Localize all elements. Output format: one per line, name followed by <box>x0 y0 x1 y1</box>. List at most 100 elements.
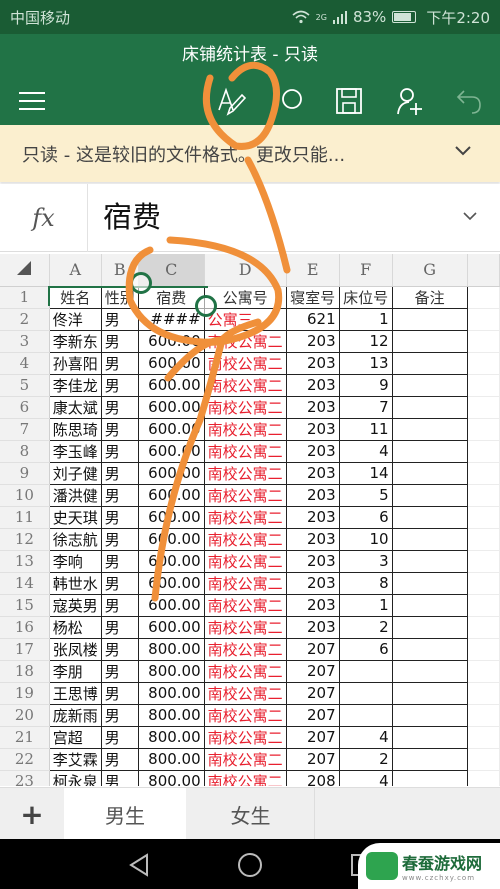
row-header[interactable]: 13 <box>0 550 50 573</box>
formula-value[interactable]: 宿费 <box>103 194 161 236</box>
cell-fee[interactable]: 600.00 <box>137 549 205 573</box>
select-all-corner[interactable] <box>0 254 50 287</box>
cell-gender[interactable]: 男 <box>100 659 139 683</box>
cell-gender[interactable]: 男 <box>100 483 139 507</box>
row-header[interactable]: 3 <box>0 330 50 353</box>
cell-bed[interactable]: 13 <box>338 351 393 375</box>
cell-gender[interactable]: 男 <box>100 769 139 786</box>
cell-name[interactable]: 李艾霖 <box>48 747 102 771</box>
cell-empty[interactable] <box>467 506 500 529</box>
cell-apartment[interactable]: 南校公寓二 <box>203 571 287 595</box>
cell-fee[interactable]: 800.00 <box>137 769 205 786</box>
cell-fee[interactable]: 600.00 <box>137 417 205 441</box>
cell-name[interactable]: 宫超 <box>48 725 102 749</box>
cell-gender[interactable]: 男 <box>100 373 139 397</box>
cell-gender[interactable]: 男 <box>100 417 139 441</box>
sheet-tab-boys[interactable]: 男生 <box>64 788 186 840</box>
column-header-a[interactable]: A <box>49 254 102 287</box>
cell-apartment[interactable]: 南校公寓二 <box>203 483 287 507</box>
row-header[interactable]: 15 <box>0 594 50 617</box>
cell-apartment[interactable]: 南校公寓二 <box>203 439 287 463</box>
read-only-banner[interactable]: 只读 - 这是较旧的文件格式。更改只能... <box>0 125 500 182</box>
cell-apartment[interactable]: 南校公寓二 <box>203 703 287 727</box>
cell-note[interactable] <box>391 527 468 551</box>
cell-bed[interactable]: 9 <box>338 373 393 397</box>
column-header-f[interactable]: F <box>339 254 393 287</box>
cell-fee[interactable]: 600.00 <box>137 527 205 551</box>
row-header[interactable]: 12 <box>0 528 50 551</box>
cell-note[interactable] <box>391 703 468 727</box>
back-icon[interactable] <box>128 853 150 877</box>
cell-name[interactable]: 孙喜阳 <box>48 351 102 375</box>
cell-bed[interactable]: 3 <box>338 549 393 573</box>
row-header[interactable]: 23 <box>0 770 50 786</box>
formula-bar[interactable]: fx 宿费 <box>0 184 500 252</box>
cell-room[interactable]: 203 <box>285 373 340 397</box>
cell-apartment[interactable]: 南校公寓二 <box>203 461 287 485</box>
cell-room[interactable]: 203 <box>285 571 340 595</box>
cell-empty[interactable] <box>467 462 500 485</box>
cell-gender[interactable]: 男 <box>100 681 139 705</box>
column-header-e[interactable]: E <box>286 254 340 287</box>
cell-gender[interactable]: 男 <box>100 351 139 375</box>
cell-name[interactable]: 佟洋 <box>48 307 102 331</box>
cell-name[interactable]: 徐志航 <box>48 527 102 551</box>
cell-fee[interactable]: 600.00 <box>137 439 205 463</box>
cell-empty[interactable] <box>467 660 500 683</box>
cell-name[interactable]: 陈思琦 <box>48 417 102 441</box>
cell-apartment[interactable]: 南校公寓二 <box>203 351 287 375</box>
cell-note[interactable] <box>391 725 468 749</box>
column-header-d[interactable]: D <box>204 254 287 287</box>
cell-bed[interactable] <box>338 681 393 705</box>
cell-room[interactable]: 207 <box>285 659 340 683</box>
cell-note[interactable] <box>391 637 468 661</box>
cell-note[interactable] <box>391 593 468 617</box>
cell-gender[interactable]: 男 <box>100 329 139 353</box>
cell-gender[interactable]: 男 <box>100 395 139 419</box>
cell-note[interactable] <box>391 615 468 639</box>
cell-fee[interactable]: 600.00 <box>137 505 205 529</box>
cell-note[interactable] <box>391 769 468 786</box>
cell-gender[interactable]: 男 <box>100 593 139 617</box>
cell-fee[interactable]: 600.00 <box>137 461 205 485</box>
add-sheet-button[interactable]: + <box>0 788 64 840</box>
cell-bed[interactable]: 10 <box>338 527 393 551</box>
cell-gender[interactable]: 男 <box>100 615 139 639</box>
chevron-down-icon[interactable] <box>454 143 472 157</box>
cell-room[interactable]: 203 <box>285 395 340 419</box>
cell-note[interactable] <box>391 439 468 463</box>
cell-name[interactable]: 潘洪健 <box>48 483 102 507</box>
row-header[interactable]: 14 <box>0 572 50 595</box>
cell-apartment[interactable]: 南校公寓二 <box>203 373 287 397</box>
cell-note[interactable] <box>391 659 468 683</box>
cell-empty[interactable] <box>467 682 500 705</box>
cell-name[interactable]: 杨松 <box>48 615 102 639</box>
cell-empty[interactable] <box>467 374 500 397</box>
cell-room[interactable]: 203 <box>285 351 340 375</box>
cell-empty[interactable] <box>467 594 500 617</box>
row-header[interactable]: 22 <box>0 748 50 771</box>
cell-empty[interactable] <box>467 418 500 441</box>
edit-button[interactable] <box>214 84 248 118</box>
cell-apartment[interactable]: 南校公寓二 <box>203 395 287 419</box>
cell-room[interactable]: 207 <box>285 703 340 727</box>
cell-bed[interactable]: 1 <box>338 593 393 617</box>
cell-bed[interactable]: 8 <box>338 571 393 595</box>
row-header[interactable]: 11 <box>0 506 50 529</box>
cell-apartment[interactable]: 南校公寓二 <box>203 637 287 661</box>
row-header[interactable]: 1 <box>0 286 50 309</box>
cell-note[interactable] <box>391 417 468 441</box>
cell-empty[interactable] <box>467 638 500 661</box>
cell-gender[interactable]: 男 <box>100 549 139 573</box>
cell-fee[interactable]: 800.00 <box>137 703 205 727</box>
cell-bed[interactable]: 2 <box>338 747 393 771</box>
cell-name[interactable]: 王思博 <box>48 681 102 705</box>
cell-fee[interactable]: 800.00 <box>137 747 205 771</box>
cell-empty[interactable] <box>467 330 500 353</box>
cell-fee[interactable]: 600.00 <box>137 483 205 507</box>
cell-room[interactable]: 203 <box>285 461 340 485</box>
row-header[interactable]: 7 <box>0 418 50 441</box>
sheet-tab-girls[interactable]: 女生 <box>187 788 315 840</box>
cell-bed[interactable] <box>338 659 393 683</box>
cell-bed[interactable]: 4 <box>338 725 393 749</box>
